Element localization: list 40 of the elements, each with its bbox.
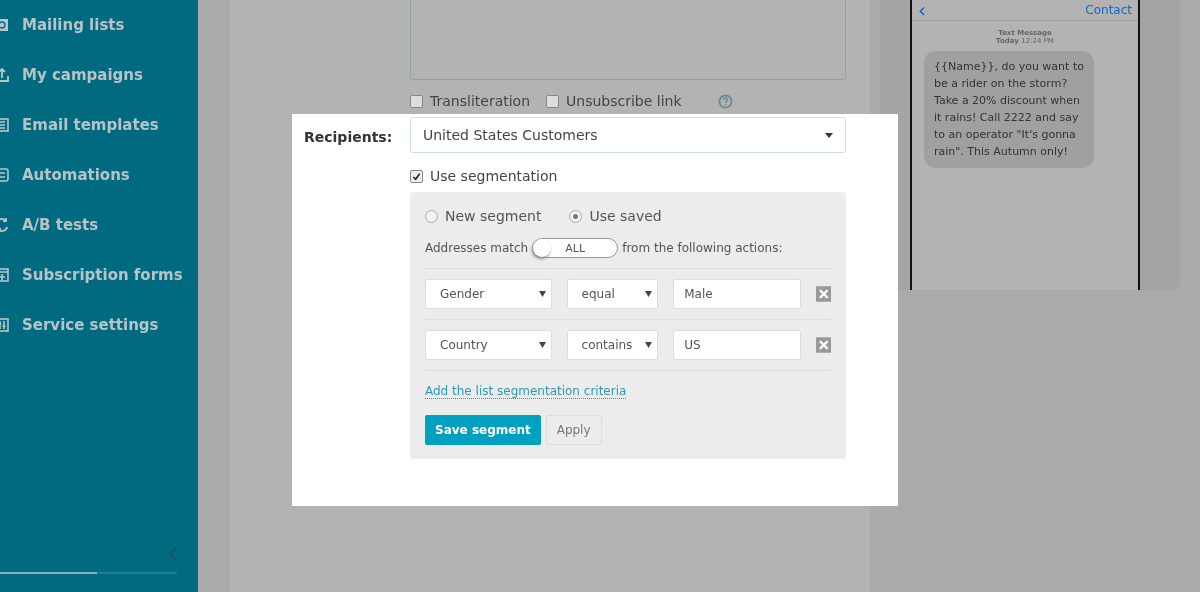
help-icon[interactable]	[717, 93, 733, 109]
message-bubble: {{Name}}, do you want to be a rider on the storm? Take a 20% discount when it rains! Call 2222 and say to an operator "It's gonna rain". This Autumn only!	[924, 51, 1094, 168]
option-checkbox[interactable]: Unsubscribe link	[546, 93, 682, 109]
segmentation-checkbox[interactable]: Use segmentation	[410, 168, 846, 184]
message-textarea[interactable]	[410, 0, 846, 80]
value-field[interactable]: US	[673, 330, 801, 360]
collapse-chevron-icon[interactable]	[168, 546, 178, 562]
caret-icon	[645, 291, 653, 297]
save-button[interactable]: Save segment	[425, 415, 541, 445]
operator-dropdown[interactable]: equal	[566, 279, 659, 309]
segment-radio[interactable]: New segment	[425, 208, 542, 224]
match-label: Addresses match	[425, 241, 529, 255]
sidebar-item[interactable]: Subscription forms	[0, 250, 198, 300]
match-toggle[interactable]: ALL	[532, 238, 619, 258]
value-field[interactable]: Male	[673, 279, 801, 309]
remove-icon[interactable]	[815, 286, 831, 302]
match-label: from the following actions:	[622, 241, 783, 255]
back-button[interactable]: ‹	[918, 0, 926, 20]
caret-icon	[538, 291, 546, 297]
sidebar-item[interactable]: A/B tests	[0, 200, 198, 250]
sidebar-item[interactable]: Email templates	[0, 100, 198, 150]
contact-link[interactable]: Contact	[1085, 3, 1132, 17]
sidebar-item[interactable]: Service settings	[0, 300, 198, 350]
caret-icon	[645, 342, 653, 348]
sidebar-item[interactable]: Automations	[0, 150, 198, 200]
segment-radio[interactable]: Use saved	[569, 208, 662, 224]
field-dropdown[interactable]: Country	[425, 330, 552, 360]
remove-icon[interactable]	[815, 337, 831, 353]
operator-dropdown[interactable]: contains	[566, 330, 659, 360]
caret-icon	[825, 132, 833, 138]
field-dropdown[interactable]: Gender	[425, 279, 552, 309]
sidebar-item[interactable]: Mailing lists	[0, 0, 198, 50]
recipients-label: Recipients:	[303, 128, 394, 147]
caret-icon	[538, 342, 546, 348]
add-criteria-link[interactable]: Add the list segmentation criteria	[425, 384, 627, 399]
option-checkbox[interactable]: Transliteration	[410, 93, 531, 109]
sidebar-item[interactable]: My campaigns	[0, 50, 198, 100]
apply-button[interactable]: Apply	[545, 415, 602, 445]
recipients-dropdown[interactable]: United States Customers	[410, 117, 846, 153]
checkmark-icon	[412, 171, 421, 181]
